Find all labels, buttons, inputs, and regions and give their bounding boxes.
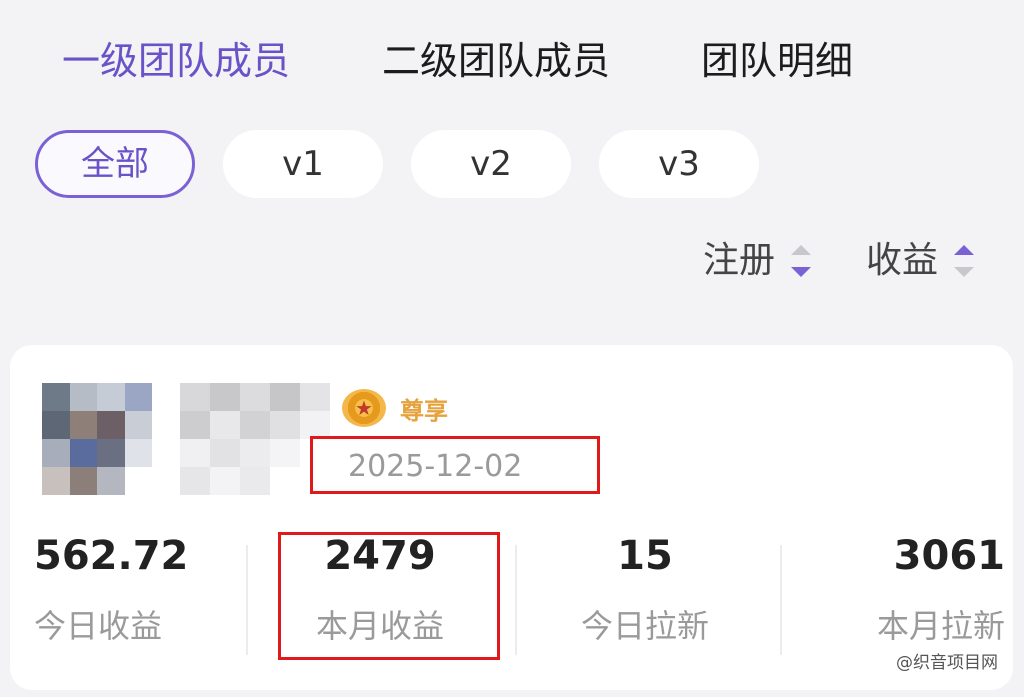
sort-by-register[interactable]: 注册 xyxy=(703,236,812,286)
sort-register-label: 注册 xyxy=(703,240,776,281)
nickname-blurred xyxy=(180,383,330,495)
sort-arrows-icon xyxy=(954,245,975,277)
sort-down-icon xyxy=(954,267,975,277)
stat-value: 562.72 xyxy=(34,533,189,579)
stat-label: 本月拉新 xyxy=(876,607,1005,645)
register-date: 2025-12-02 xyxy=(348,449,523,484)
sort-by-income[interactable]: 收益 xyxy=(866,236,975,286)
vip-badge: ★ 尊享 xyxy=(342,389,448,427)
sort-up-icon xyxy=(954,245,975,255)
stat-divider xyxy=(515,545,517,655)
stat-today-income: 562.72 今日收益 xyxy=(10,530,250,646)
sort-arrows-icon xyxy=(791,245,812,277)
vip-label: 尊享 xyxy=(400,396,448,425)
tab-level2-members[interactable]: 二级团队成员 xyxy=(382,36,610,86)
stat-value: 3061 xyxy=(893,533,1005,579)
team-tabs: 一级团队成员 二级团队成员 团队明细 xyxy=(0,0,1024,120)
month-income-highlight xyxy=(278,532,500,660)
sort-income-label: 收益 xyxy=(866,240,939,281)
vip-star-icon: ★ xyxy=(342,389,386,427)
stat-label: 今日收益 xyxy=(34,607,163,645)
filter-chip-v1[interactable]: v1 xyxy=(223,130,383,198)
filter-chip-v2[interactable]: v2 xyxy=(411,130,571,198)
tab-level1-members[interactable]: 一级团队成员 xyxy=(62,36,290,86)
member-card[interactable]: ★ 尊享 2025-12-02 562.72 今日收益 2479 本月收益 15… xyxy=(10,345,1013,690)
filter-chip-all[interactable]: 全部 xyxy=(35,130,195,198)
sort-down-icon xyxy=(791,267,812,277)
stat-label: 今日拉新 xyxy=(580,607,709,645)
watermark: @织音项目网 xyxy=(896,653,998,673)
sort-up-icon xyxy=(791,245,812,255)
filter-chip-v3[interactable]: v3 xyxy=(599,130,759,198)
tab-team-details[interactable]: 团队明细 xyxy=(701,36,853,86)
stat-month-new: 3061 本月拉新 xyxy=(795,530,1005,646)
stat-value: 15 xyxy=(617,533,673,579)
stat-divider xyxy=(780,545,782,655)
avatar xyxy=(42,383,152,495)
stat-today-new: 15 今日拉新 xyxy=(525,530,765,646)
